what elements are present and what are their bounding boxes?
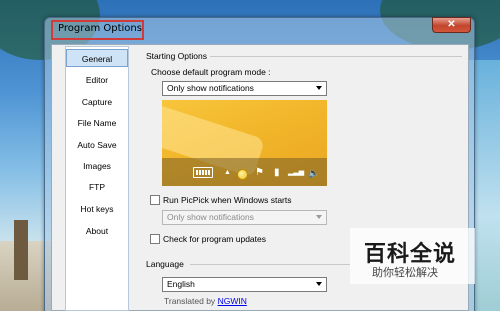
startup-mode-select[interactable]: Only show notifications — [162, 210, 327, 225]
group-divider — [210, 56, 462, 57]
default-mode-select[interactable]: Only show notifications — [162, 81, 327, 96]
preview-taskbar: ▲ ⚑ ▮ ▂▃▅ 🔈 — [162, 158, 327, 186]
sidebar-item-hot-keys[interactable]: Hot keys — [66, 200, 128, 218]
language-value: English — [167, 279, 195, 289]
starting-options-title: Starting Options — [146, 51, 207, 61]
watermark-subtitle: 助你轻松解决 — [372, 266, 438, 279]
sidebar-item-images[interactable]: Images — [66, 157, 128, 175]
language-select[interactable]: English — [162, 277, 327, 292]
sidebar-item-capture[interactable]: Capture — [66, 93, 128, 111]
chat-icon — [237, 169, 248, 180]
default-mode-value: Only show notifications — [167, 83, 254, 93]
mode-label: Choose default program mode : — [151, 67, 271, 77]
check-updates-label: Check for program updates — [163, 234, 266, 244]
chevron-down-icon — [316, 86, 322, 90]
chevron-down-icon — [316, 215, 322, 219]
translator-link[interactable]: NGWIN — [218, 296, 247, 306]
volume-icon: 🔈 — [308, 168, 320, 178]
title-highlight-box — [51, 20, 144, 40]
mode-preview-image: ▲ ⚑ ▮ ▂▃▅ 🔈 — [162, 100, 327, 186]
close-button[interactable]: ✕ — [432, 17, 471, 33]
run-on-start-label: Run PicPick when Windows starts — [163, 195, 292, 205]
sidebar-item-general[interactable]: General — [66, 49, 128, 67]
language-title: Language — [146, 259, 184, 269]
sidebar-item-file-name[interactable]: File Name — [66, 114, 128, 132]
sidebar-item-auto-save[interactable]: Auto Save — [66, 136, 128, 154]
network-icon: ▮ — [274, 167, 280, 178]
chevron-down-icon — [316, 282, 322, 286]
sidebar-item-about[interactable]: About — [66, 222, 128, 240]
up-arrow-icon: ▲ — [224, 169, 231, 176]
options-sidebar: General Editor Capture File Name Auto Sa… — [65, 46, 129, 311]
sidebar-item-ftp[interactable]: FTP — [66, 178, 128, 196]
stone-lantern — [14, 220, 28, 280]
group-divider — [190, 264, 350, 265]
startup-mode-value: Only show notifications — [167, 212, 254, 222]
translated-by-label: Translated by NGWIN — [164, 296, 247, 306]
keyboard-icon — [193, 167, 213, 178]
sidebar-item-editor[interactable]: Editor — [66, 71, 128, 89]
signal-icon: ▂▃▅ — [288, 169, 305, 176]
check-updates-checkbox[interactable] — [150, 234, 160, 244]
run-on-start-checkbox[interactable] — [150, 195, 160, 205]
flag-icon: ⚑ — [255, 167, 264, 178]
